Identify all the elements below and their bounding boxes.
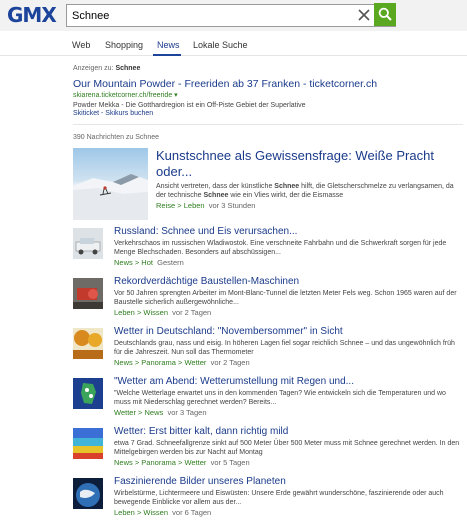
news-time: vor 3 Stunden <box>208 201 256 210</box>
ad-sitelink-skikurs[interactable]: Skikurs buchen <box>105 110 153 117</box>
news-meta: News > Panorama > Wetter vor 5 Tagen <box>114 458 464 467</box>
news-item: Russland: Schnee und Eis verursachen... … <box>73 226 464 278</box>
ad-sitelinks: Skiticket - Skikurs buchen <box>73 110 463 117</box>
ad-notice-label: Anzeigen zu: <box>73 65 114 72</box>
ad-title-link[interactable]: Our Mountain Powder - Freeriden ab 37 Fr… <box>73 78 463 90</box>
featured-news-image[interactable] <box>73 148 148 220</box>
news-item: Wetter in Deutschland: "Novembersommer" … <box>73 326 464 378</box>
news-title-link[interactable]: Faszinierende Bilder unseres Planeten <box>114 476 464 488</box>
news-thumbnail-car[interactable] <box>73 228 103 259</box>
divider <box>73 124 463 125</box>
featured-news-item: Kunstschnee als Gewissensfrage: Weiße Pr… <box>73 148 463 222</box>
news-item: Wetter: Erst bitter kalt, dann richtig m… <box>73 426 464 478</box>
ad-notice: Anzeigen zu: Schnee <box>73 65 463 72</box>
ad-sitelink-skiticket[interactable]: Skiticket <box>73 110 99 117</box>
news-thumbnail-machine[interactable] <box>73 278 103 309</box>
close-icon <box>358 9 370 21</box>
clear-search-button[interactable] <box>355 7 373 24</box>
news-text: Russland: Schnee und Eis verursachen... … <box>114 226 464 267</box>
search-input[interactable] <box>67 5 353 26</box>
news-meta: Leben > Wissen vor 6 Tagen <box>114 508 464 517</box>
news-category-link[interactable]: News > Panorama > Wetter <box>114 358 206 367</box>
news-thumbnail-temperature-map[interactable] <box>73 428 103 459</box>
tabs-bar: Web Shopping News Lokale Suche <box>0 31 467 56</box>
news-category-link[interactable]: Leben > Wissen <box>114 508 168 517</box>
news-item: Rekordverdächtige Baustellen-Maschinen V… <box>73 276 464 328</box>
news-snippet: etwa 7 Grad. Schneefallgrenze sinkt auf … <box>114 440 460 456</box>
news-thumbnail-autumn[interactable] <box>73 328 103 359</box>
news-text: Faszinierende Bilder unseres Planeten Wi… <box>114 476 464 517</box>
search-box <box>66 4 396 27</box>
news-category-link[interactable]: Leben > Wissen <box>114 308 168 317</box>
news-snippet: Wirbelstürme, Lichtermeere und Eiswüsten… <box>114 490 444 506</box>
news-text: Wetter in Deutschland: "Novembersommer" … <box>114 326 464 367</box>
tab-active-indicator <box>153 54 181 56</box>
weather-map-icon <box>73 378 103 409</box>
news-category-link[interactable]: News > Hot <box>114 258 153 267</box>
news-time: vor 3 Tagen <box>167 408 207 417</box>
news-time: vor 5 Tagen <box>210 458 250 467</box>
autumn-tree-icon <box>73 328 103 359</box>
car-icon <box>73 228 103 259</box>
news-thumbnail-planet[interactable] <box>73 478 103 509</box>
results-count: 390 Nachrichten zu Schnee <box>73 134 159 141</box>
news-snippet: Deutschlands grau, nass und eisig. In hö… <box>114 340 455 356</box>
ad-url[interactable]: skiarena.ticketcorner.ch/freeride ▾ <box>73 91 463 99</box>
ad-description: Powder Mekka - Die Gotthardregion ist ei… <box>73 102 306 109</box>
news-time: vor 2 Tagen <box>210 358 250 367</box>
news-text: Rekordverdächtige Baustellen-Maschinen V… <box>114 276 464 317</box>
gmx-logo[interactable]: GMX <box>7 4 57 26</box>
tab-shopping[interactable]: Shopping <box>105 40 143 51</box>
ad-notice-query: Schnee <box>115 65 141 72</box>
caret-down-icon[interactable]: ▾ <box>174 92 178 99</box>
news-meta: Wetter > News vor 3 Tagen <box>114 408 464 417</box>
news-thumbnail-weather-map[interactable] <box>73 378 103 409</box>
news-meta: News > Hot Gestern <box>114 258 464 267</box>
news-time: vor 2 Tagen <box>172 308 212 317</box>
news-snippet: "Welche Wetterlage erwartet uns in den k… <box>114 390 446 406</box>
news-title-link[interactable]: Wetter in Deutschland: "Novembersommer" … <box>114 326 464 338</box>
featured-news-meta: Reise > Leben vor 3 Stunden <box>156 201 462 210</box>
news-title-link[interactable]: Wetter: Erst bitter kalt, dann richtig m… <box>114 426 464 438</box>
tab-lokale-suche[interactable]: Lokale Suche <box>193 40 248 51</box>
ski-slope-graphic <box>73 174 148 220</box>
featured-news-snippet: Ansicht vertreten, dass der künstliche S… <box>156 183 454 199</box>
news-title-link[interactable]: "Wetter am Abend: Wetterumstellung mit R… <box>114 376 464 388</box>
search-button[interactable] <box>374 3 396 26</box>
news-meta: Leben > Wissen vor 2 Tagen <box>114 308 464 317</box>
news-title-link[interactable]: Russland: Schnee und Eis verursachen... <box>114 226 464 238</box>
featured-news-title[interactable]: Kunstschnee als Gewissensfrage: Weiße Pr… <box>156 148 462 180</box>
temperature-map-icon <box>73 428 103 459</box>
news-category-link[interactable]: Wetter > News <box>114 408 163 417</box>
news-time: vor 6 Tagen <box>172 508 212 517</box>
tab-web[interactable]: Web <box>72 40 90 51</box>
header-bar: GMX <box>0 0 467 31</box>
news-text: Wetter: Erst bitter kalt, dann richtig m… <box>114 426 464 467</box>
planet-icon <box>73 478 103 509</box>
news-meta: News > Panorama > Wetter vor 2 Tagen <box>114 358 464 367</box>
news-snippet: Verkehrschaos im russischen Wladiwostok.… <box>114 240 447 256</box>
news-item: "Wetter am Abend: Wetterumstellung mit R… <box>73 376 464 428</box>
tab-news[interactable]: News <box>157 40 180 51</box>
news-title-link[interactable]: Rekordverdächtige Baustellen-Maschinen <box>114 276 464 288</box>
news-category-link[interactable]: News > Panorama > Wetter <box>114 458 206 467</box>
news-category-link[interactable]: Reise > Leben <box>156 201 205 210</box>
news-time: Gestern <box>157 258 184 267</box>
news-text: "Wetter am Abend: Wetterumstellung mit R… <box>114 376 464 417</box>
featured-news-text: Kunstschnee als Gewissensfrage: Weiße Pr… <box>156 148 462 210</box>
machine-icon <box>73 278 103 309</box>
results-area: Anzeigen zu: Schnee Our Mountain Powder … <box>73 65 463 528</box>
news-snippet: Vor 50 Jahren sprengten Arbeiter im Mont… <box>114 290 457 306</box>
news-item: Faszinierende Bilder unseres Planeten Wi… <box>73 476 464 528</box>
search-icon <box>378 7 392 21</box>
ad-url-text[interactable]: skiarena.ticketcorner.ch/freeride <box>73 92 172 99</box>
